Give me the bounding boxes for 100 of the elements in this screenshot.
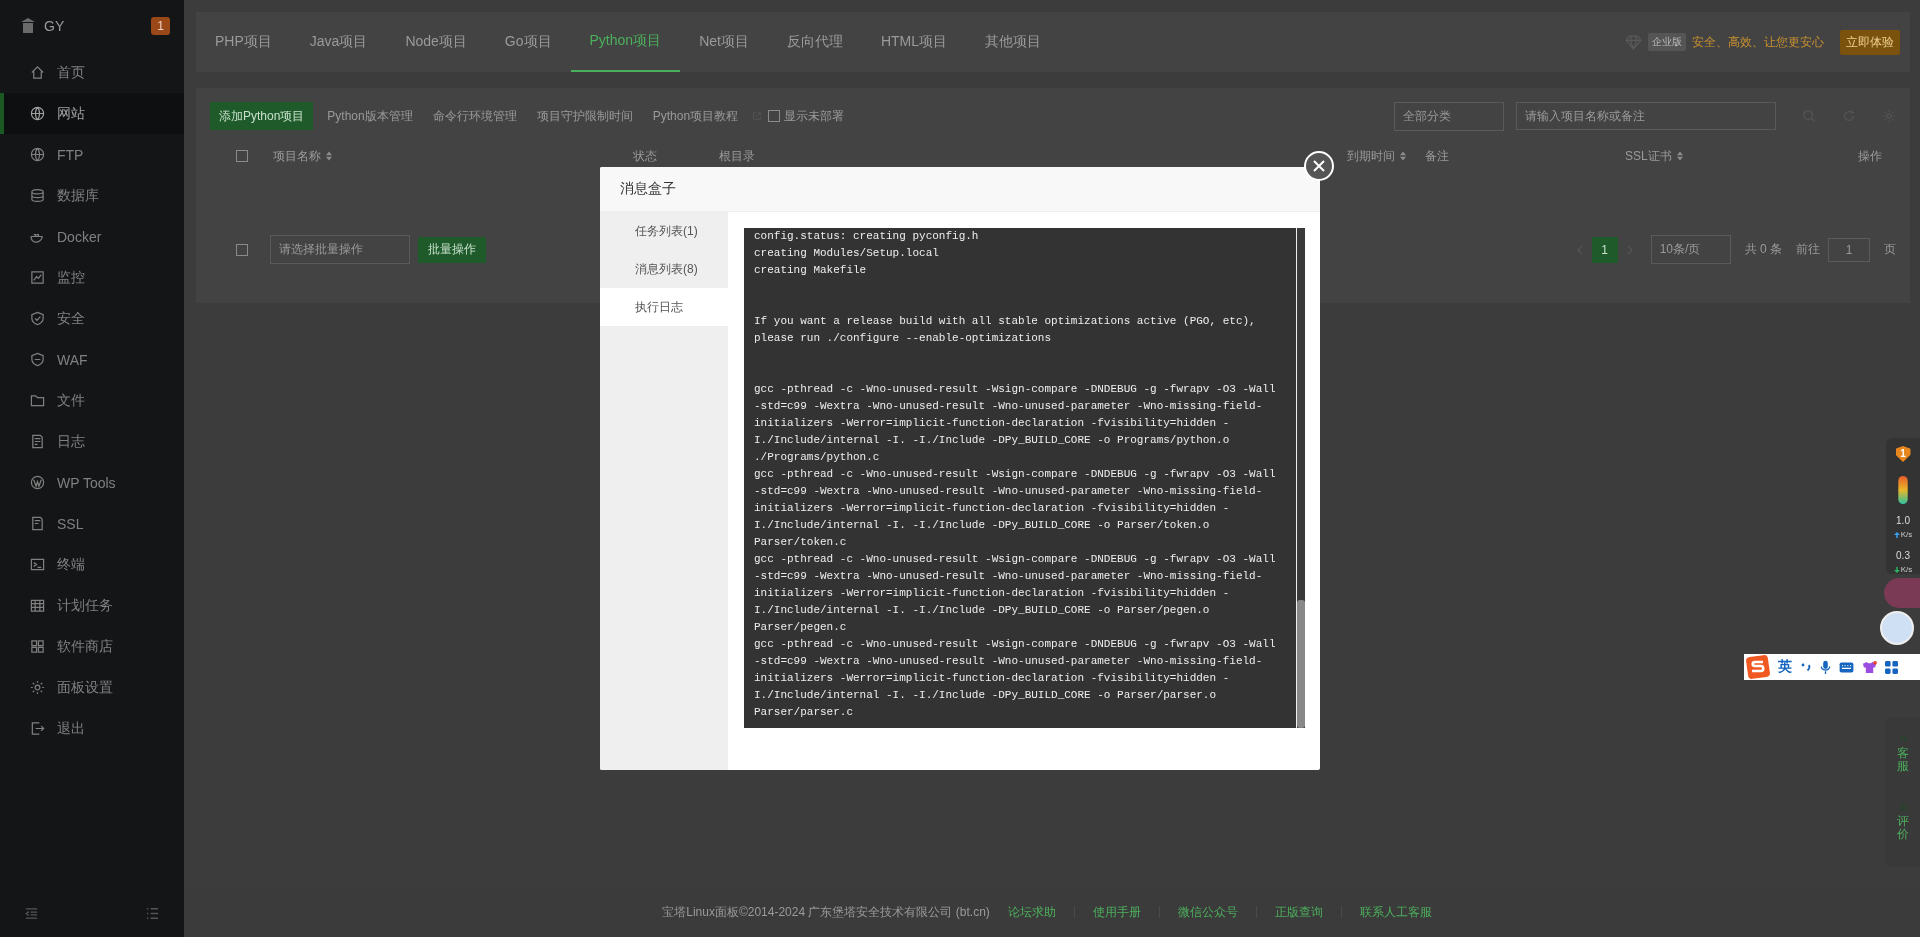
page-size-select[interactable]: 10条/页 [1650,235,1731,264]
project-tab[interactable]: PHP项目 [196,12,291,72]
batch-select[interactable]: 请选择批量操作 [270,235,410,264]
sidebar-item[interactable]: 安全 [0,298,184,339]
checkbox-label: 显示未部署 [784,107,845,125]
collapse-icon[interactable] [24,906,39,921]
grid-icon[interactable] [1885,660,1898,674]
download-speed: 0.3 [1896,551,1910,561]
add-project-button[interactable]: 添加Python项目 [210,102,314,130]
log-line: creating Modules/Setup.local [754,246,940,261]
log-line: gcc -pthread -c -Wno-unused-result -Wsign-compare -DNDEBUG -g -fwrapv -O3 -Wall [754,382,1277,397]
batch-button[interactable]: 批量操作 [418,236,486,263]
gear-icon [30,680,45,695]
project-tab[interactable]: Java项目 [290,12,387,72]
project-tab[interactable]: Go项目 [485,12,571,72]
calendar-icon [30,598,45,613]
terminal-icon [30,557,45,572]
sidebar-item[interactable]: SSL [0,503,184,544]
log-line: I./Include/internal -I. -I./Include -DPy_BUILD_CORE -o Parser/token.o [754,518,1211,533]
ime-logo-icon[interactable] [1746,655,1770,679]
notification-badge[interactable]: 1 [151,17,170,35]
checkbox[interactable] [236,243,248,256]
log-line: initializers -Werror=implicit-function-declaration -fvisibility=hidden - [754,586,1231,601]
goto-label: 前往 [1796,241,1820,258]
column-header: SSL证书 [1625,147,1672,165]
sidebar-item[interactable]: 文件 [0,380,184,421]
checkbox[interactable] [236,150,248,162]
customer-service-link[interactable]: 客服 [1897,746,1909,773]
sidebar-item[interactable]: 网站 [0,93,184,134]
footer-link[interactable]: 使用手册 [1082,903,1151,921]
toolbar-button[interactable]: 命令行环境管理 [426,107,531,125]
sidebar-item[interactable]: 终端 [0,544,184,585]
project-tab[interactable]: Node项目 [386,12,486,72]
list-icon[interactable] [145,906,160,921]
sidebar-item[interactable]: FTP [0,134,184,175]
speed-unit: K/s [1900,530,1913,539]
footer-link[interactable]: 论坛求助 [997,903,1066,921]
sidebar-item[interactable]: WAF [0,339,184,380]
sidebar-item[interactable]: WP Tools [0,462,184,503]
log-line: ./Programs/python.c [754,450,881,465]
toolbar-button[interactable]: Python版本管理 [321,107,427,125]
sort-icon[interactable] [326,151,332,161]
avatar[interactable] [1880,611,1914,645]
column-header: 操作 [1858,147,1882,165]
sort-icon[interactable] [1676,151,1683,161]
dialog-tab[interactable]: 任务列表(1) [600,212,728,250]
footer-link[interactable]: 微信公众号 [1167,903,1248,921]
review-link[interactable]: 评价 [1897,814,1909,841]
project-tab[interactable]: 其他项目 [966,12,1061,72]
sidebar-item[interactable]: 日志 [0,421,184,462]
log-line: please run ./configure --enable-optimizations [754,331,1053,346]
sidebar-item[interactable]: 计划任务 [0,585,184,626]
sidebar-item[interactable]: 数据库 [0,175,184,216]
sort-icon[interactable] [1400,151,1406,161]
footer-link[interactable]: 正版查询 [1264,903,1333,921]
search-field[interactable]: 请输入项目名称或备注 [1516,102,1776,130]
log-line: I./Include/internal -I. -I./Include -DPy_BUILD_CORE -o Programs/python.o [754,433,1231,448]
sidebar-item[interactable]: 软件商店 [0,626,184,667]
shirt-icon[interactable] [1862,660,1877,674]
project-tab[interactable]: 反向代理 [767,12,862,72]
microphone-icon[interactable] [1820,659,1831,675]
log-line: creating Makefile [754,263,868,278]
sidebar-item[interactable]: Docker [0,216,184,257]
sidebar-item[interactable]: 退出 [0,708,184,749]
shield-icon [30,352,45,367]
log-line: gcc -pthread -c -Wno-unused-result -Wsign-compare -DNDEBUG -g -fwrapv -O3 -Wall [754,552,1277,567]
toolbar-button[interactable]: 项目守护限制时间 [530,107,647,125]
log-line: gcc -pthread -c -Wno-unused-result -Wsign-compare -DNDEBUG -g -fwrapv -O3 -Wall [754,467,1277,482]
scrollbar[interactable] [1296,228,1305,728]
project-tab[interactable]: Net项目 [680,12,768,72]
shield-badge[interactable]: 1 [1895,446,1911,462]
log-line: -std=c99 -Wextra -Wno-unused-result -Wno-unused-parameter -Wno-missing-field- [754,654,1264,669]
ime-mode[interactable]: 英 [1778,658,1792,676]
page-input[interactable]: 1 [1828,237,1870,262]
checkbox[interactable] [768,110,781,122]
log-line: initializers -Werror=implicit-function-declaration -fvisibility=hidden - [754,501,1231,516]
globe-icon [30,106,45,121]
tutorial-link[interactable]: Python项目教程 [646,107,753,125]
sidebar-item[interactable]: 首页 [0,52,184,93]
log-line: I./Include/internal -I. -I./Include -DPy_BUILD_CORE -o Parser/pegen.o [754,603,1211,618]
column-header: 备注 [1425,147,1449,165]
page-unit: 页 [1884,241,1896,258]
keyboard-icon[interactable] [1839,661,1854,673]
total-count: 共 0 条 [1744,241,1782,258]
log-line: If you want a release build with all stable optimizations active (PGO, etc), [754,314,1257,329]
try-now-button[interactable]: 立即体验 [1840,29,1900,55]
punctuation-icon[interactable] [1800,661,1812,673]
sidebar-item[interactable]: 监控 [0,257,184,298]
dialog-tab[interactable]: 消息列表(8) [600,250,728,288]
project-tab[interactable]: HTML项目 [861,12,967,72]
log-line: Parser/parser.c [754,705,855,720]
column-header: 到期时间 [1347,147,1395,165]
category-select[interactable]: 全部分类 [1394,101,1504,131]
column-header: 项目名称 [273,147,321,165]
log-line: I./Include/internal -I. -I./Include -DPy_BUILD_CORE -o Parser/parser.o [754,688,1218,703]
project-tab[interactable]: Python项目 [570,12,681,72]
footer-link[interactable]: 联系人工客服 [1349,903,1442,921]
dialog-tab[interactable]: 执行日志 [600,288,728,326]
page-number[interactable]: 1 [1591,236,1618,263]
sidebar-item[interactable]: 面板设置 [0,667,184,708]
